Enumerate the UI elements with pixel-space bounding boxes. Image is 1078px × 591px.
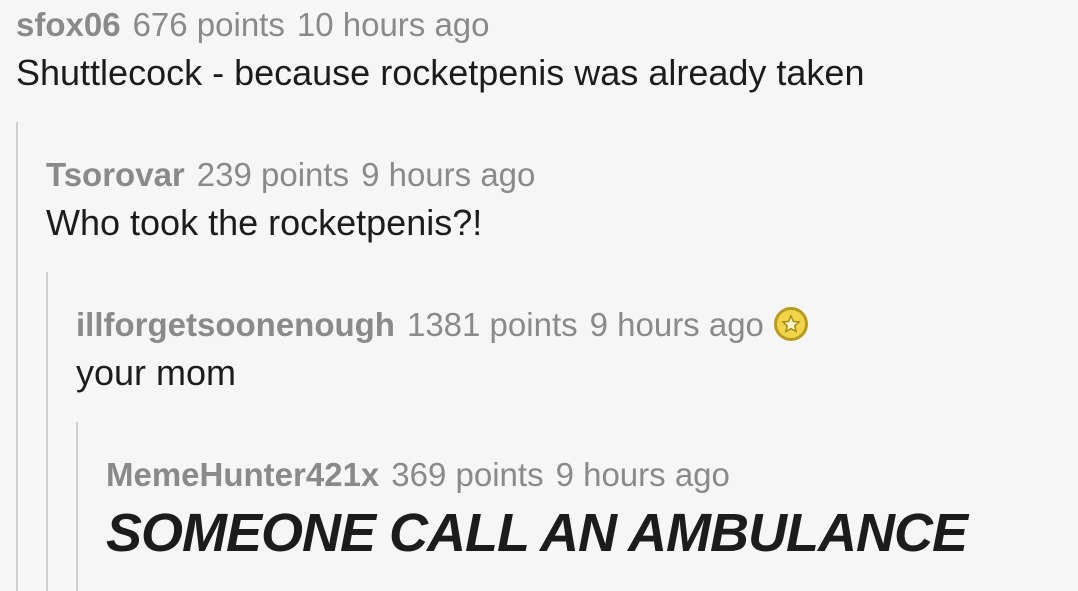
- comment-time: 9 hours ago: [589, 306, 764, 343]
- comment-meta: MemeHunter421x 369 points 9 hours ago: [106, 455, 967, 495]
- comment-points: 239 points: [196, 156, 350, 193]
- comment-time: 9 hours ago: [555, 456, 730, 493]
- comment-illforgetsoonenough: illforgetsoonenough 1381 points 9 hours ag…: [76, 305, 808, 395]
- comment-time: 9 hours ago: [361, 156, 536, 193]
- comment-author[interactable]: MemeHunter421x: [106, 456, 379, 493]
- comment-author[interactable]: Tsorovar: [46, 156, 185, 193]
- comment-body: Who took the rocketpenis?!: [46, 202, 483, 243]
- comment-tsorovar: Tsorovar 239 points 9 hours ago Who took t…: [46, 155, 535, 245]
- comment-author[interactable]: sfox06: [16, 6, 121, 43]
- comment-body: your mom: [76, 352, 237, 393]
- comment-points: 676 points: [132, 6, 285, 43]
- comment-memehunter421x: MemeHunter421x 369 points 9 hours ago SOME…: [106, 455, 968, 563]
- comment-meta: Tsorovar 239 points 9 hours ago: [46, 155, 535, 195]
- comment-time: 10 hours ago: [296, 6, 490, 43]
- comment-meta: illforgetsoonenough 1381 points 9 hours ag…: [76, 305, 808, 345]
- comment-body: Shuttlecock - because rocketpenis was al…: [16, 52, 865, 93]
- comment-author[interactable]: illforgetsoonenough: [76, 306, 395, 343]
- thread-line-level-1[interactable]: [16, 122, 18, 591]
- thread-line-level-2[interactable]: [46, 272, 48, 591]
- gold-award-icon[interactable]: [773, 307, 808, 341]
- star-icon: [781, 314, 801, 333]
- comment-points: 369 points: [391, 456, 544, 493]
- thread-line-level-3[interactable]: [76, 422, 78, 591]
- comment-points: 1381 points: [406, 306, 578, 343]
- comment-meta: sfox06 676 points 10 hours ago: [16, 5, 864, 45]
- comment-body: SOMEONE CALL AN AMBULANCE: [106, 503, 968, 563]
- comment-sfox06: sfox06 676 points 10 hours ago Shuttlecock…: [16, 5, 864, 95]
